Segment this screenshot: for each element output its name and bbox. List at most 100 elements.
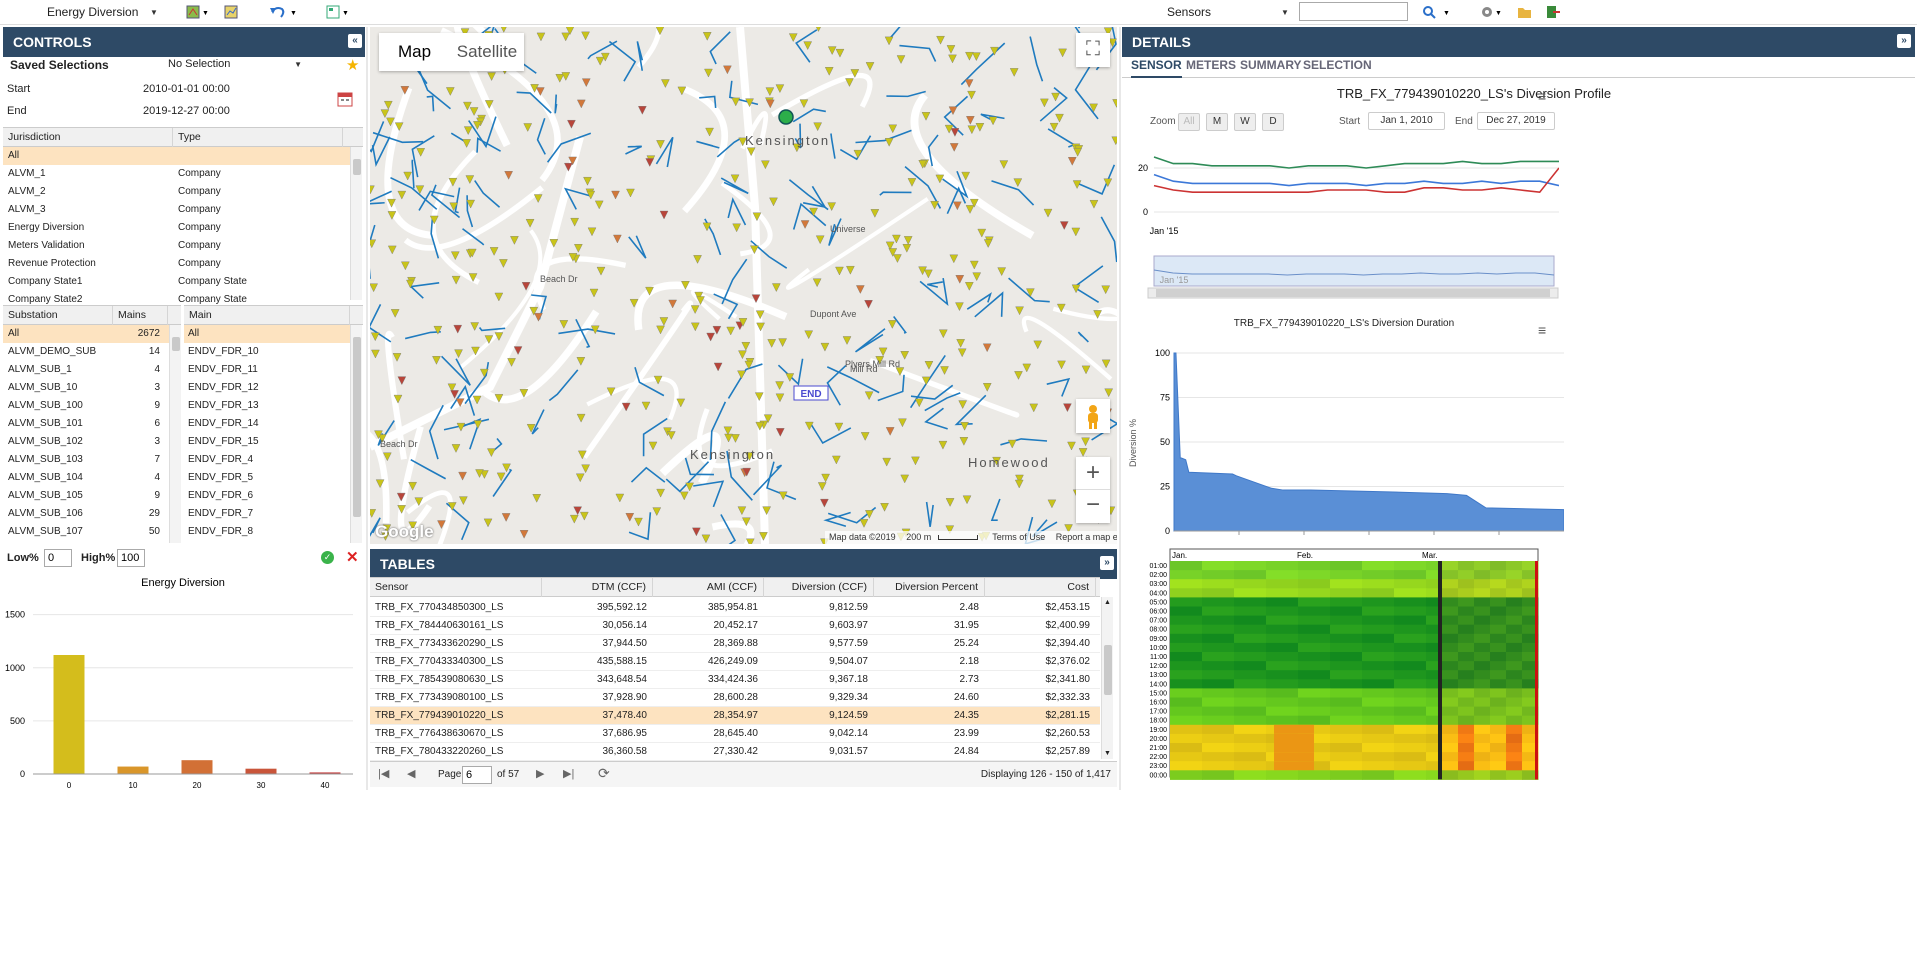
col-type[interactable]: Type xyxy=(173,128,343,147)
layer-select[interactable]: Sensors ▼ xyxy=(1167,3,1291,22)
selected-sensor-marker[interactable] xyxy=(778,109,794,125)
main-row[interactable]: ENDV_FDR_6 xyxy=(184,487,350,505)
map-tab-button[interactable]: Map xyxy=(379,33,450,71)
clear-x-icon[interactable]: ✕ xyxy=(346,548,359,566)
apply-check-icon[interactable]: ✓ xyxy=(321,551,334,564)
main-row[interactable]: ENDV_FDR_8 xyxy=(184,523,350,541)
jurisdiction-row[interactable]: ALVM_1 Company xyxy=(3,165,350,183)
substation-row[interactable]: ALVM_SUB_10 3 xyxy=(3,379,169,397)
star-icon[interactable]: ★ xyxy=(346,56,359,74)
folder-icon[interactable] xyxy=(1517,3,1533,22)
substation-row[interactable]: ALVM_SUB_102 3 xyxy=(3,433,169,451)
table-row[interactable]: TRB_FX_770434850300_LS 395,592.12 385,954.… xyxy=(370,599,1100,617)
jurisdiction-row[interactable]: Revenue Protection Company xyxy=(3,255,350,273)
last-page-icon[interactable]: ▶| xyxy=(563,767,574,780)
zoom-month-button[interactable]: M xyxy=(1206,113,1228,131)
main-row[interactable]: ENDV_FDR_10 xyxy=(184,343,350,361)
collapse-right-icon[interactable]: » xyxy=(1897,34,1911,48)
main-row[interactable]: ENDV_FDR_4 xyxy=(184,451,350,469)
search-icon[interactable]: ▼ xyxy=(1421,3,1455,22)
histogram-bar[interactable] xyxy=(245,768,277,774)
street-view-pegman-icon[interactable] xyxy=(1076,399,1110,433)
main-row[interactable]: All xyxy=(184,325,350,343)
jurisdiction-row[interactable]: ALVM_3 Company xyxy=(3,201,350,219)
substation-row[interactable]: ALVM_SUB_107 50 xyxy=(3,523,169,541)
jurisdiction-row[interactable]: All xyxy=(3,147,350,165)
col-substation[interactable]: Substation xyxy=(3,306,113,325)
collapse-left-icon[interactable]: « xyxy=(348,34,362,48)
terms-link[interactable]: Terms of Use xyxy=(992,532,1045,542)
map-canvas[interactable]: END Kensington Kensington Homewood Beach Dr B… xyxy=(370,27,1117,544)
range-start-input[interactable]: Jan 1, 2010 xyxy=(1368,112,1445,130)
report-link[interactable]: Report a map error xyxy=(1056,532,1117,542)
col-sensor[interactable]: Sensor xyxy=(370,578,542,597)
sensor-table-scrollbar[interactable]: ▲ ▼ xyxy=(1101,597,1113,759)
col-ami-ccf[interactable]: AMI (CCF) xyxy=(653,578,764,597)
saved-selections-select[interactable]: No Selection ▼ xyxy=(168,58,302,70)
substation-row[interactable]: ALVM_SUB_101 6 xyxy=(3,415,169,433)
table-row[interactable]: TRB_FX_780433220260_LS 36,360.58 27,330.42… xyxy=(370,743,1100,761)
col-jurisdiction[interactable]: Jurisdiction xyxy=(3,128,173,147)
map-view[interactable]: END Kensington Kensington Homewood Beach Dr B… xyxy=(370,27,1117,544)
substation-row[interactable]: ALVM_DEMO_SUB 14 xyxy=(3,343,169,361)
map-layer-icon[interactable]: ▼ xyxy=(186,3,210,22)
collapse-down-icon[interactable]: » xyxy=(1100,556,1114,570)
undo-icon[interactable]: ▼ xyxy=(268,3,298,22)
main-scrollbar[interactable] xyxy=(350,325,362,543)
start-value[interactable]: 2010-01-01 00:00 xyxy=(143,83,230,95)
main-row[interactable]: ENDV_FDR_7 xyxy=(184,505,350,523)
jurisdiction-row[interactable]: Meters Validation Company xyxy=(3,237,350,255)
tab-selection[interactable]: SELECTION xyxy=(1303,54,1372,76)
chart-menu-icon[interactable]: ≡ xyxy=(1538,88,1546,104)
next-page-icon[interactable]: ▶ xyxy=(536,767,544,780)
main-row[interactable]: ENDV_FDR_14 xyxy=(184,415,350,433)
zoom-day-button[interactable]: D xyxy=(1262,113,1284,131)
zoom-week-button[interactable]: W xyxy=(1234,113,1256,131)
table-row[interactable]: TRB_FX_773439080100_LS 37,928.90 28,600.28… xyxy=(370,689,1100,707)
zoom-all-button[interactable]: All xyxy=(1178,113,1200,131)
navigator-scrollbar-thumb[interactable] xyxy=(1156,289,1550,297)
satellite-tab-button[interactable]: Satellite xyxy=(450,33,524,71)
calendar-icon[interactable] xyxy=(337,91,353,110)
table-row[interactable]: TRB_FX_779439010220_LS 37,478.40 28,354.97… xyxy=(370,707,1100,725)
diversion-profile-chart[interactable]: 0 20 Jan '15 Jan '15 xyxy=(1124,140,1559,305)
jurisdiction-scrollbar[interactable] xyxy=(350,147,362,300)
substation-scrollbar[interactable] xyxy=(169,325,181,543)
low-input[interactable] xyxy=(44,549,72,567)
range-end-input[interactable]: Dec 27, 2019 xyxy=(1477,112,1555,130)
prev-page-icon[interactable]: ◀ xyxy=(407,767,415,780)
histogram-bar[interactable] xyxy=(181,760,213,774)
col-mains[interactable]: Mains xyxy=(113,306,168,325)
gear-icon[interactable]: ▼ xyxy=(1479,3,1505,22)
profile-series-line[interactable] xyxy=(1153,173,1559,187)
substation-row[interactable]: All 2672 xyxy=(3,325,169,343)
table-row[interactable]: TRB_FX_785439080630_LS 343,648.54 334,424.… xyxy=(370,671,1100,689)
col-diversion-ccf[interactable]: Diversion (CCF) xyxy=(764,578,874,597)
col-cost[interactable]: Cost xyxy=(985,578,1096,597)
table-row[interactable]: TRB_FX_784440630161_LS 30,056.14 20,452.17… xyxy=(370,617,1100,635)
tab-meters[interactable]: METERS xyxy=(1186,54,1236,76)
tab-sensor[interactable]: SENSOR xyxy=(1131,54,1182,78)
tab-summary[interactable]: SUMMARY xyxy=(1240,54,1302,76)
zoom-out-button[interactable]: − xyxy=(1076,490,1110,523)
table-row[interactable]: TRB_FX_776438630670_LS 37,686.95 28,645.40… xyxy=(370,725,1100,743)
table-row[interactable]: TRB_FX_773433620290_LS 37,944.50 28,369.88… xyxy=(370,635,1100,653)
substation-row[interactable]: ALVM_SUB_1 4 xyxy=(3,361,169,379)
search-input[interactable] xyxy=(1299,2,1408,21)
end-value[interactable]: 2019-12-27 00:00 xyxy=(143,105,230,117)
histogram-bar[interactable] xyxy=(53,655,85,774)
col-diversion-percent[interactable]: Diversion Percent xyxy=(874,578,985,597)
jurisdiction-row[interactable]: Energy Diversion Company xyxy=(3,219,350,237)
high-input[interactable] xyxy=(117,549,145,567)
jurisdiction-row[interactable]: ALVM_2 Company xyxy=(3,183,350,201)
navigator[interactable] xyxy=(1153,255,1555,287)
module-select[interactable]: Energy Diversion ▼ xyxy=(47,3,162,22)
substation-row[interactable]: ALVM_SUB_106 29 xyxy=(3,505,169,523)
table-row[interactable]: TRB_FX_770433340300_LS 435,588.15 426,249.… xyxy=(370,653,1100,671)
main-row[interactable]: ENDV_FDR_15 xyxy=(184,433,350,451)
substation-row[interactable]: ALVM_SUB_103 7 xyxy=(3,451,169,469)
col-dtm-ccf[interactable]: DTM (CCF) xyxy=(542,578,653,597)
chart-icon[interactable] xyxy=(224,3,240,22)
refresh-icon[interactable]: ⟳ xyxy=(598,765,610,782)
zoom-in-button[interactable]: + xyxy=(1076,457,1110,490)
